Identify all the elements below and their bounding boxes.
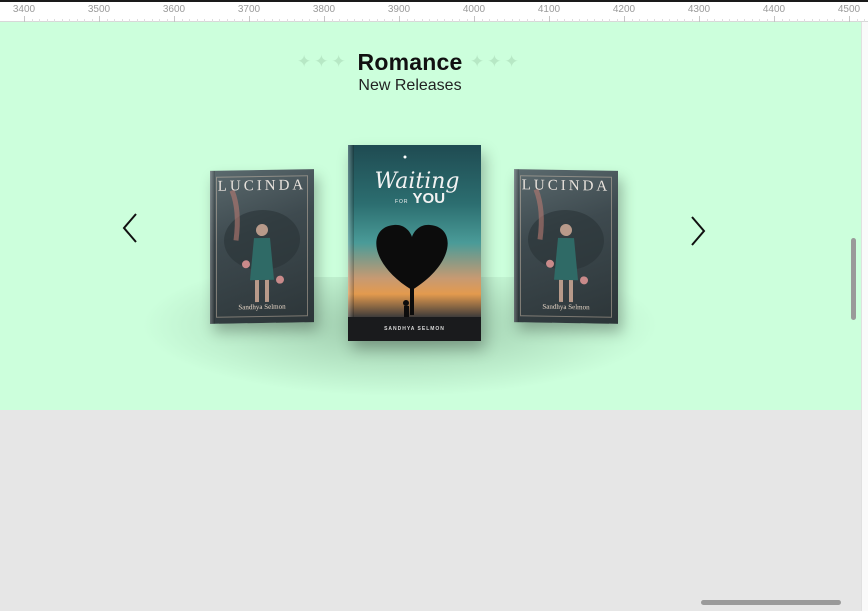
book-cover[interactable]: LUCINDA Sandhya Selmon xyxy=(210,169,314,324)
book-title: LUCINDA xyxy=(217,177,307,195)
book-cover[interactable]: LUCINDA Sandhya Selmon xyxy=(514,169,618,324)
chevron-right-icon xyxy=(691,216,706,246)
romance-section: ✦✦✦ Romance ✦✦✦ New Releases LUCINDA San… xyxy=(0,22,861,410)
book-frame xyxy=(216,175,308,318)
vertical-scrollbar[interactable] xyxy=(851,238,856,320)
carousel-next-button[interactable] xyxy=(682,211,712,251)
ruler-label: 3800 xyxy=(312,4,336,15)
ruler-label: 3900 xyxy=(387,4,411,15)
ruler-label: 4400 xyxy=(762,4,786,15)
book-title: LUCINDA xyxy=(521,177,611,195)
ruler-label: 4000 xyxy=(462,4,486,15)
ruler-label: 4300 xyxy=(687,4,711,15)
book-cover-featured[interactable]: Waiting FOR YOU SANDHYA SELMON xyxy=(348,145,481,341)
heart-tree-illustration xyxy=(348,155,481,341)
section-title-row: Romance xyxy=(0,49,820,76)
ruler-label: 3700 xyxy=(237,4,261,15)
horizontal-scrollbar[interactable] xyxy=(701,600,841,605)
section-subtitle: New Releases xyxy=(358,77,462,94)
ruler-label: 4100 xyxy=(537,4,561,15)
sparkle-icon: ✦✦✦ xyxy=(470,52,522,71)
carousel-prev-button[interactable] xyxy=(116,208,146,248)
ruler-label: 3600 xyxy=(162,4,186,15)
ruler-label: 3500 xyxy=(87,4,111,15)
ruler-label: 4500 xyxy=(837,4,861,15)
ruler-label: 3400 xyxy=(12,4,36,15)
book-frame xyxy=(520,175,612,318)
canvas-right-edge xyxy=(861,22,868,611)
book-author: SANDHYA SELMON xyxy=(384,326,445,332)
chevron-left-icon xyxy=(122,213,137,243)
ruler-label: 4200 xyxy=(612,4,636,15)
horizontal-ruler: 3400 3500 3600 3700 3800 3900 4000 4100 … xyxy=(0,0,868,23)
section-title: Romance xyxy=(357,49,463,75)
